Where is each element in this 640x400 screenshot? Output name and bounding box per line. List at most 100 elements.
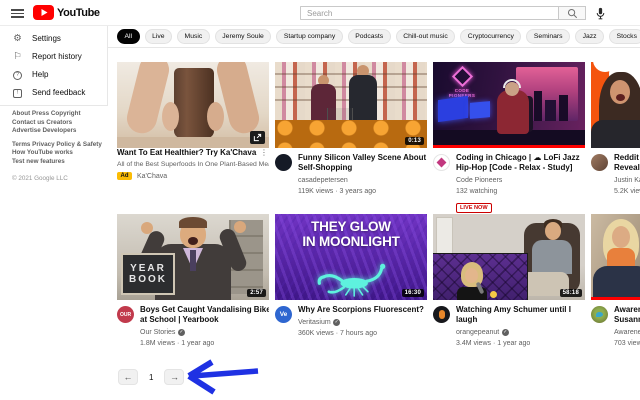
verified-badge-icon: ✓ (333, 319, 340, 326)
chip-seminars[interactable]: Seminars (526, 29, 570, 44)
footer-links-row[interactable]: Contact us Creators (12, 119, 96, 128)
current-page-number: 1 (149, 373, 153, 382)
footer-links-row[interactable]: Test new features (12, 158, 96, 167)
video-thumbnail[interactable]: 0:13 (275, 62, 427, 148)
ad-advertiser-name[interactable]: Ka'Chava (137, 173, 167, 180)
external-link-icon (250, 131, 265, 144)
channel-name[interactable]: Awarenes (614, 328, 640, 337)
sidebar-item-label: Help (32, 70, 48, 79)
gear-icon: ⚙ (12, 33, 23, 44)
live-progress-strip (433, 145, 585, 148)
video-title[interactable]: Reveals (614, 163, 640, 173)
youtube-logo[interactable]: YouTube (33, 5, 100, 20)
chip-all[interactable]: All (117, 29, 140, 44)
video-title[interactable]: Reddit C (614, 153, 640, 163)
copyright-text: © 2021 Google LLC (12, 175, 96, 182)
footer-links-row[interactable]: Terms Privacy Policy & Safety (12, 141, 96, 150)
ad-badge: Ad (117, 172, 132, 180)
duration-badge: 0:13 (405, 137, 424, 145)
thumbnail-chalkboard: YEAR BOOK (121, 253, 175, 295)
chip-startup-company[interactable]: Startup company (276, 29, 342, 44)
sidebar-item-help[interactable]: ? Help (0, 65, 107, 83)
scorpion-icon (303, 259, 399, 297)
chip-jeremy-soule[interactable]: Jeremy Soule (215, 29, 272, 44)
thumbnail-art (190, 250, 196, 271)
channel-name[interactable]: casadepetersen (298, 176, 348, 185)
channel-avatar[interactable]: OUR (117, 306, 134, 323)
sidebar-item-label: Send feedback (32, 88, 85, 97)
channel-avatar[interactable] (591, 306, 608, 323)
prev-page-button[interactable]: ← (118, 369, 138, 385)
sidebar-item-report-history[interactable]: ⚐ Report history (0, 47, 107, 65)
video-title[interactable]: laugh (456, 315, 585, 325)
thumbnail-headline: THEY GLOW IN MOONLIGHT (275, 220, 427, 249)
chip-chill-out-music[interactable]: Chill-out music (396, 29, 456, 44)
verified-badge-icon: ✓ (178, 329, 185, 336)
youtube-play-icon (33, 5, 54, 20)
video-title[interactable]: Boys Get Caught Vandalising Bike (140, 305, 269, 315)
channel-avatar[interactable] (433, 306, 450, 323)
chip-music[interactable]: Music (177, 29, 210, 44)
video-card: YEAR BOOK 2:57 OUR Boys Get Caught Vanda… (117, 214, 269, 366)
video-thumbnail[interactable]: CODE PIONEERS (433, 62, 585, 148)
chip-podcasts[interactable]: Podcasts (348, 29, 391, 44)
video-title[interactable]: Awarene (614, 305, 640, 315)
voice-search-button[interactable] (595, 7, 606, 20)
video-title[interactable]: at School | Yearbook (140, 315, 269, 325)
thumbnail-art (179, 217, 207, 228)
duration-badge: 58:18 (560, 289, 582, 297)
video-title[interactable]: Self-Shopping (298, 163, 427, 173)
footer-links-row[interactable]: About Press Copyright (12, 110, 96, 119)
video-title[interactable]: Funny Silicon Valley Scene About (298, 153, 427, 163)
sidebar-item-settings[interactable]: ⚙ Settings (0, 29, 107, 47)
sidebar-item-send-feedback[interactable]: ! Send feedback (0, 83, 107, 101)
video-thumbnail[interactable]: THEY GLOW IN MOONLIGHT 16:30 (275, 214, 427, 300)
channel-name[interactable]: Veritasium (298, 318, 331, 327)
sidebar-item-label: Settings (32, 34, 61, 43)
menu-hamburger-icon[interactable] (11, 9, 24, 18)
channel-name[interactable]: Code Pioneers (456, 176, 502, 185)
channel-avatar[interactable] (433, 154, 450, 171)
search-button[interactable] (558, 6, 586, 20)
channel-avatar[interactable] (275, 154, 292, 171)
search-input[interactable] (300, 6, 558, 20)
channel-name[interactable]: Justin Ka (614, 176, 640, 185)
verified-badge-icon: ✓ (502, 329, 509, 336)
search-bar (300, 6, 606, 20)
microphone-icon (595, 7, 606, 20)
next-page-button[interactable]: → (164, 369, 184, 385)
video-thumbnail[interactable] (591, 62, 640, 148)
live-now-badge: LIVE NOW (456, 203, 492, 213)
video-title[interactable]: Why Are Scorpions Fluorescent? (298, 305, 427, 315)
video-title[interactable]: Coding in Chicago | ☁ LoFi Jazz (456, 153, 585, 163)
video-thumbnail[interactable] (591, 214, 640, 300)
footer-links-row[interactable]: Advertise Developers (12, 127, 96, 136)
thumbnail-art (545, 222, 561, 240)
chip-stocks[interactable]: Stocks (609, 29, 640, 44)
video-title[interactable]: Hip-Hop [Code - Relax - Study] (456, 163, 585, 173)
help-icon: ? (12, 68, 23, 80)
video-thumbnail[interactable]: 58:18 (433, 214, 585, 300)
footer-links-row[interactable]: How YouTube works (12, 149, 96, 158)
channel-avatar[interactable] (591, 154, 608, 171)
video-title[interactable]: Susanne (614, 315, 640, 325)
channel-name[interactable]: orangepeanut (456, 328, 499, 337)
sidebar-menu: ⚙ Settings ⚐ Report history ? Help ! Sen… (0, 26, 108, 106)
video-meta: 360K views · 7 hours ago (298, 329, 427, 338)
video-meta: 5.2K view (614, 187, 640, 196)
ad-title[interactable]: Want To Eat Healthier? Try Ka'Chava (117, 148, 259, 158)
chip-cryptocurrency[interactable]: Cryptocurrency (460, 29, 521, 44)
video-card: 0:13 Funny Silicon Valley Scene About Se… (275, 62, 427, 214)
video-meta: 119K views · 3 years ago (298, 187, 427, 196)
video-title[interactable]: Watching Amy Schumer until I (456, 305, 585, 315)
chip-jazz[interactable]: Jazz (575, 29, 604, 44)
video-thumbnail[interactable] (117, 62, 269, 148)
channel-avatar[interactable]: Ve (275, 306, 292, 323)
thumbnail-neon-sign: CODE PIONEERS (441, 67, 483, 98)
video-meta: 3.4M views · 1 year ago (456, 339, 585, 348)
video-thumbnail[interactable]: YEAR BOOK 2:57 (117, 214, 269, 300)
video-meta: 1.8M views · 1 year ago (140, 339, 269, 348)
channel-name[interactable]: Our Stories (140, 328, 175, 337)
video-menu-icon[interactable]: ⋮ (259, 148, 269, 158)
chip-live[interactable]: Live (145, 29, 172, 44)
